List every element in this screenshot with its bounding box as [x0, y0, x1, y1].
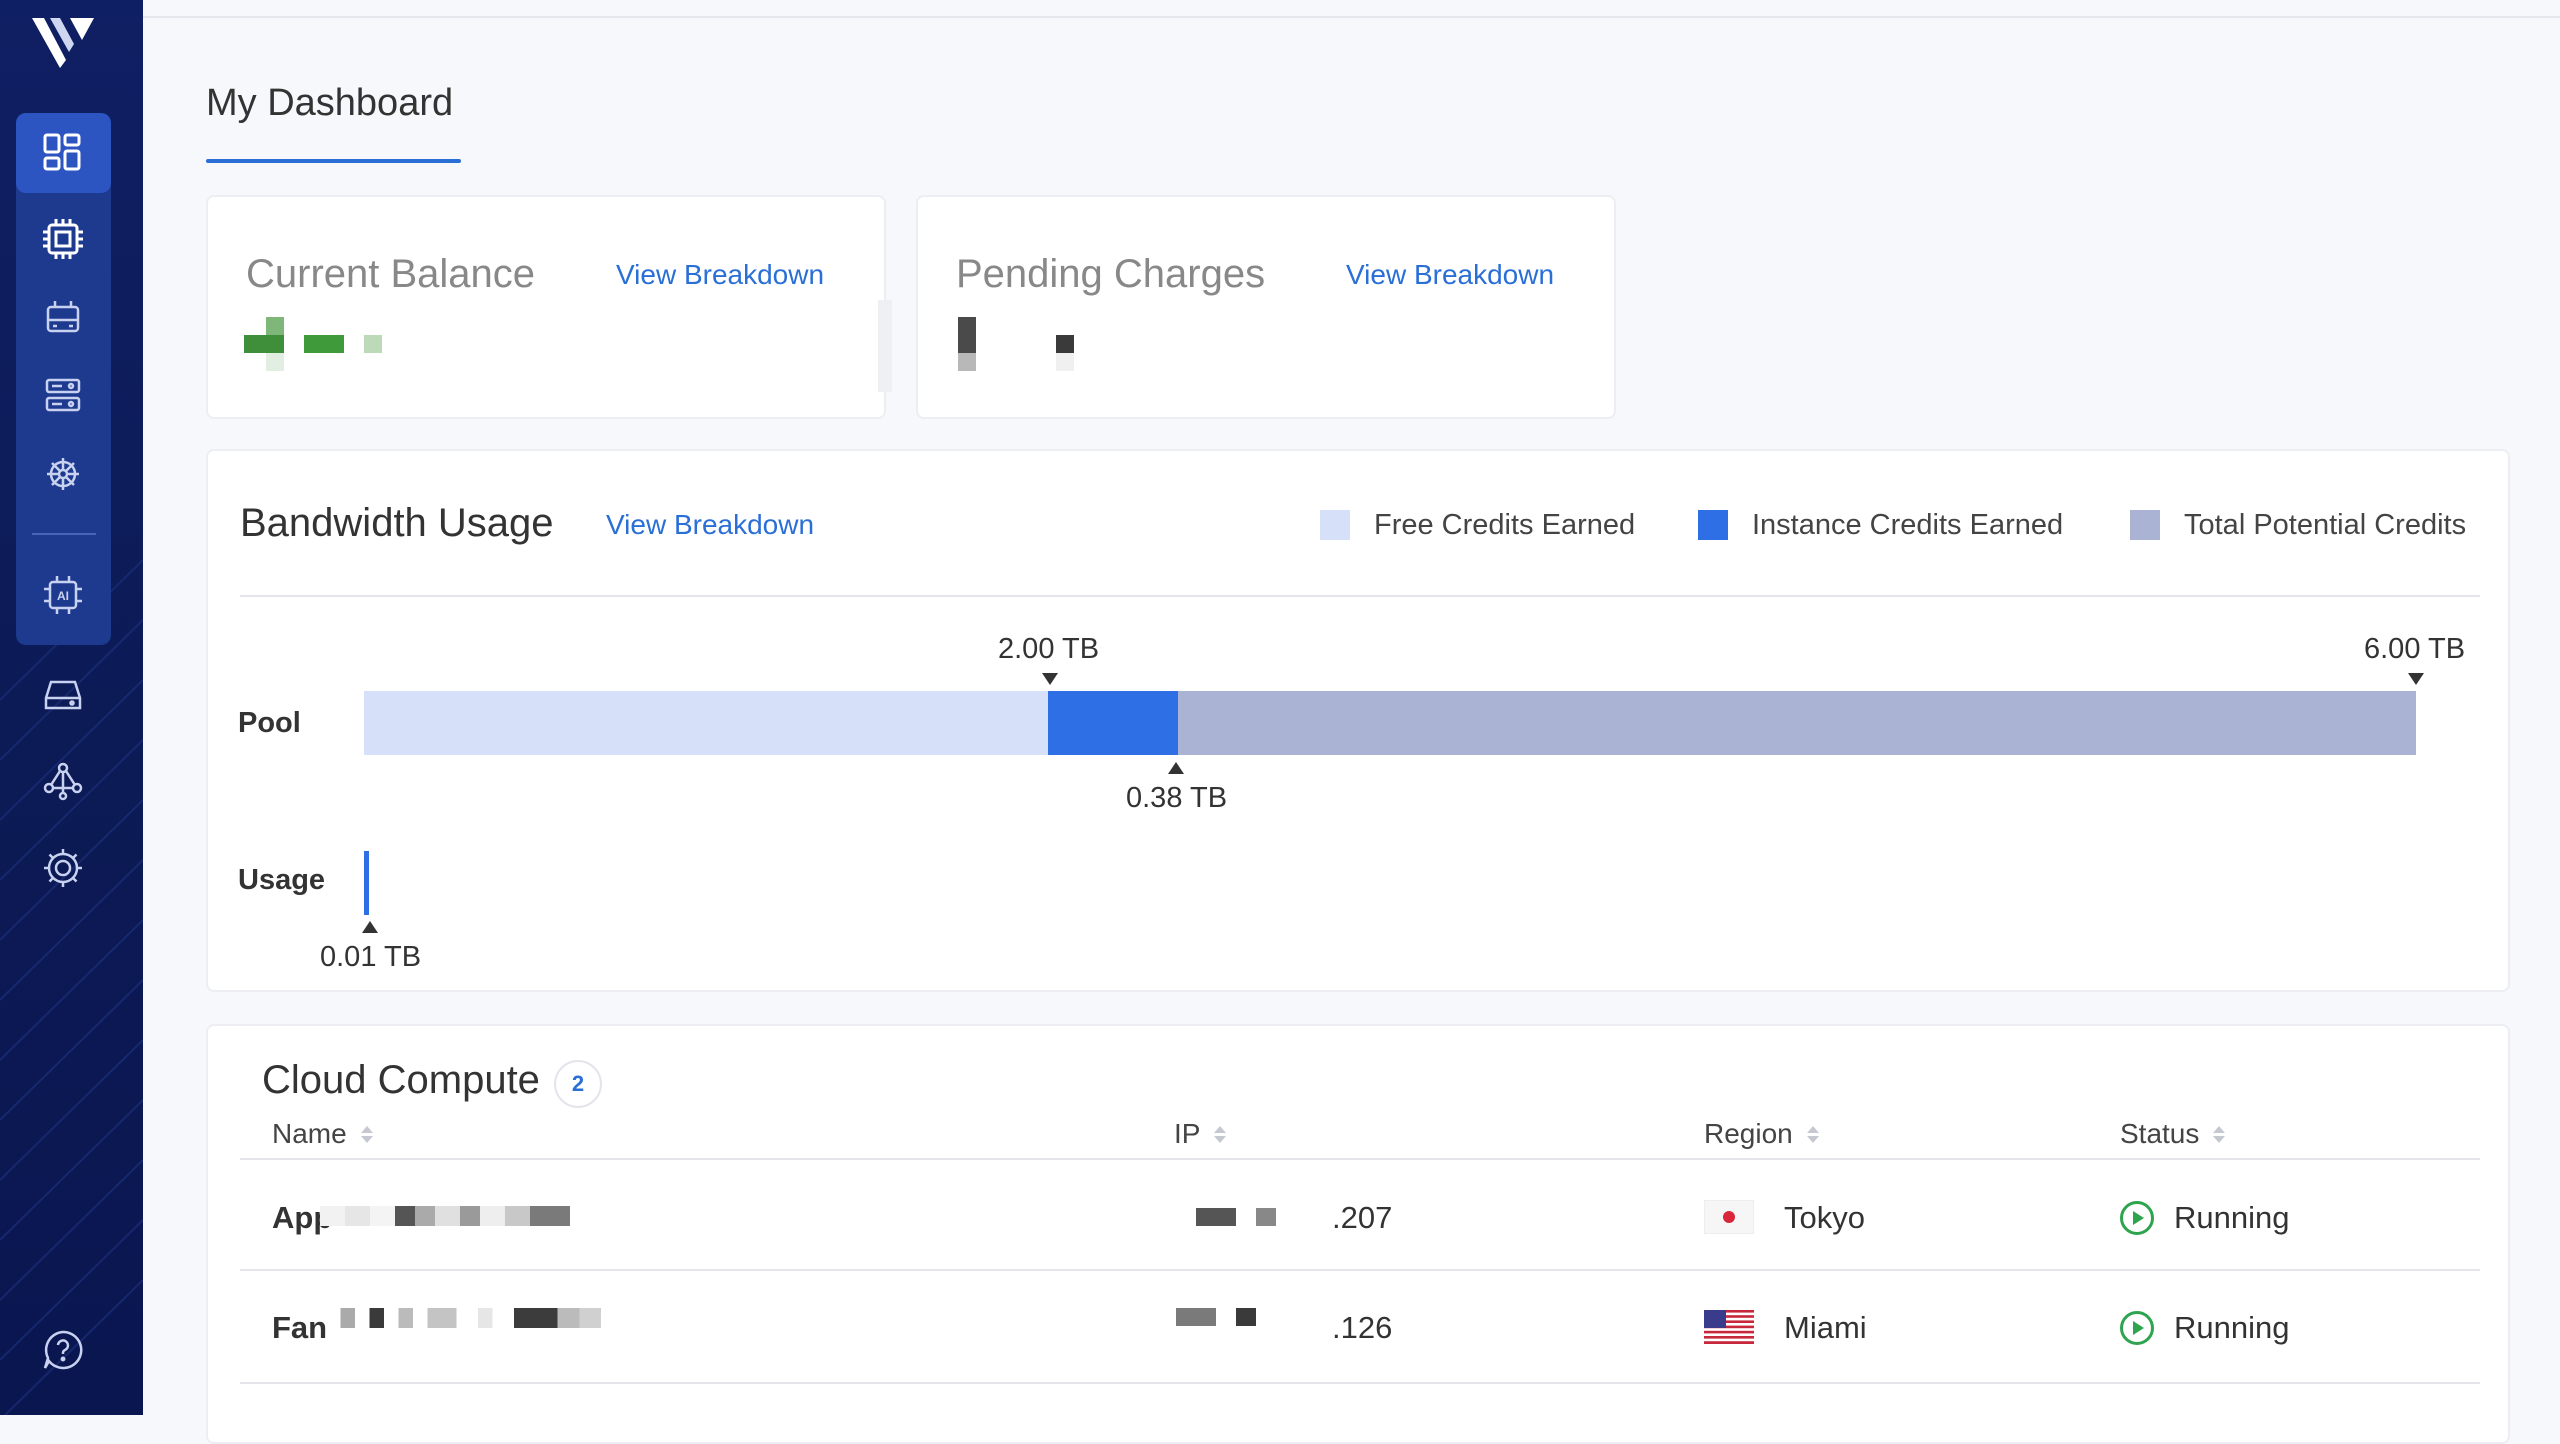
column-header-region[interactable]: Region [1704, 1118, 1819, 1150]
balance-card: Current Balance View Breakdown [206, 195, 886, 419]
sort-icon[interactable] [1806, 1125, 1819, 1143]
settings-icon[interactable] [38, 843, 88, 893]
sort-icon[interactable] [2213, 1125, 2226, 1143]
cpu-icon[interactable] [38, 214, 88, 264]
us-flag-icon [1704, 1310, 1754, 1344]
database-icon[interactable] [38, 370, 88, 420]
sort-icon[interactable] [1214, 1125, 1227, 1143]
table-header-divider [240, 1158, 2480, 1160]
bandwidth-card: Bandwidth Usage View Breakdown Free Cred… [206, 449, 2510, 992]
usage-bar-fill [364, 851, 369, 915]
marker-total-label: 6.00 TB [2364, 633, 2466, 665]
instance-ip-suffix: .207 [1332, 1200, 1393, 1235]
instance-status: Running [2174, 1310, 2290, 1345]
cloud-compute-card: Cloud Compute 2 Name IP Region Status Ap… [206, 1024, 2510, 1444]
ai-chip-icon[interactable]: AI [38, 570, 88, 620]
marker-instance-arrow [1168, 762, 1184, 774]
pending-view-breakdown-link[interactable]: View Breakdown [1346, 259, 1554, 291]
running-status-icon [2120, 1201, 2154, 1235]
server-icon[interactable] [38, 291, 88, 341]
column-header-status[interactable]: Status [2120, 1118, 2226, 1150]
legend-free-label: Free Credits Earned [1374, 509, 1636, 541]
usage-label: Usage [238, 864, 326, 896]
column-ip-label: IP [1174, 1118, 1201, 1149]
tab-my-dashboard[interactable]: My Dashboard [206, 82, 453, 125]
sort-icon[interactable] [360, 1125, 373, 1143]
bandwidth-divider [240, 595, 2480, 597]
legend-swatch-free [1320, 510, 1350, 540]
legend-instance-label: Instance Credits Earned [1752, 509, 2064, 541]
cloud-compute-title: Cloud Compute [262, 1058, 540, 1102]
legend-total-label: Total Potential Credits [2184, 509, 2467, 541]
network-icon[interactable] [38, 756, 88, 806]
running-status-icon [2120, 1311, 2154, 1345]
marker-free-arrow [1042, 673, 1058, 685]
nav-separator [32, 533, 96, 535]
column-region-label: Region [1704, 1118, 1793, 1149]
vultr-logo[interactable] [30, 14, 96, 70]
instance-region: Miami [1784, 1310, 1867, 1345]
balance-title: Current Balance [246, 252, 536, 296]
balance-view-breakdown-link[interactable]: View Breakdown [616, 259, 824, 291]
scroll-shadow [878, 300, 892, 392]
bandwidth-title: Bandwidth Usage [240, 501, 554, 545]
marker-usage-label: 0.01 TB [320, 941, 422, 973]
kubernetes-icon[interactable] [38, 449, 88, 499]
pending-card: Pending Charges View Breakdown [916, 195, 1616, 419]
column-header-ip[interactable]: IP [1174, 1118, 1227, 1150]
instance-status: Running [2174, 1200, 2290, 1235]
top-divider [143, 16, 2560, 18]
help-icon[interactable] [38, 1325, 88, 1375]
marker-instance-label: 0.38 TB [1126, 782, 1228, 814]
marker-free-label: 2.00 TB [998, 633, 1100, 665]
column-name-label: Name [272, 1118, 347, 1149]
column-status-label: Status [2120, 1118, 2200, 1149]
marker-total-arrow [2408, 673, 2424, 685]
storage-icon[interactable] [38, 670, 88, 720]
pool-bar-free-segment [364, 691, 1048, 755]
pool-bar-remaining-segment [1177, 691, 2416, 755]
sidebar: AI [0, 0, 143, 1415]
legend-swatch-total [2130, 510, 2160, 540]
marker-usage-arrow [362, 921, 378, 933]
row-divider [240, 1382, 2480, 1384]
instance-count-badge: 2 [554, 1060, 602, 1108]
pool-bar-instance-segment [1048, 691, 1178, 755]
pending-title: Pending Charges [956, 252, 1266, 296]
dashboard-icon[interactable] [38, 128, 88, 178]
bandwidth-view-breakdown-link[interactable]: View Breakdown [606, 509, 814, 541]
tab-active-underline [206, 159, 461, 163]
instance-name[interactable]: Fan [272, 1310, 327, 1346]
japan-flag-icon [1704, 1200, 1754, 1234]
pool-label: Pool [238, 707, 301, 739]
column-header-name[interactable]: Name [272, 1118, 373, 1150]
legend-swatch-instance [1698, 510, 1728, 540]
svg-text:AI: AI [57, 589, 69, 603]
row-divider [240, 1269, 2480, 1271]
instance-region: Tokyo [1784, 1200, 1865, 1235]
instance-ip-suffix: .126 [1332, 1310, 1393, 1345]
